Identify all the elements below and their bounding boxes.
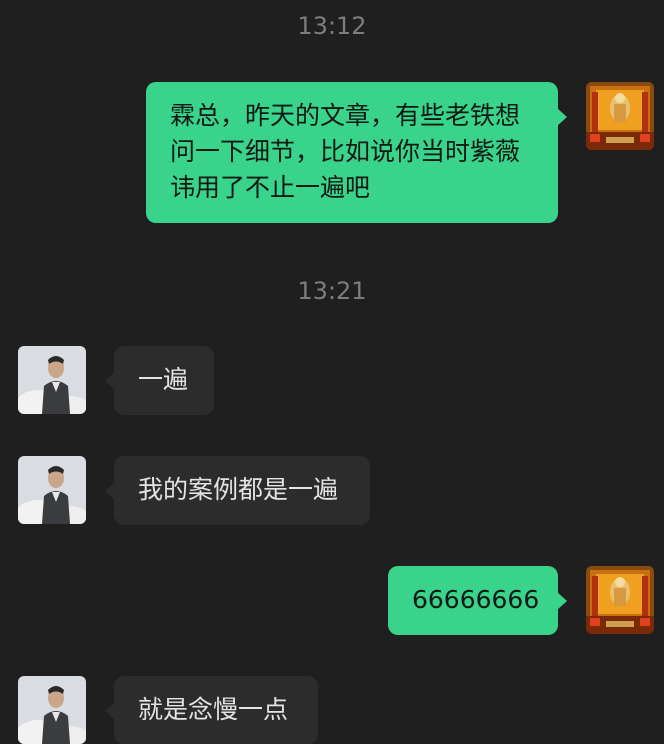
bubble-tail — [105, 482, 115, 500]
man-portrait-icon — [18, 346, 86, 414]
message-bubble-contact[interactable]: 一遍 — [105, 346, 214, 415]
bubble-tail — [557, 592, 567, 610]
timestamp: 13:21 — [297, 277, 367, 305]
message-text: 就是念慢一点 — [138, 695, 289, 724]
timestamp: 13:12 — [297, 12, 367, 40]
message-text: 66666666 — [412, 585, 540, 614]
contact-avatar[interactable] — [18, 456, 86, 524]
self-avatar[interactable] — [586, 566, 654, 634]
temple-altar-icon — [586, 82, 654, 150]
message-text: 霖总，昨天的文章，有些老铁想 问一下细节，比如说你当时紫薇 讳用了不止一遍吧 — [170, 101, 521, 202]
man-portrait-icon — [18, 676, 86, 744]
bubble-tail — [105, 702, 115, 720]
message-bubble-contact[interactable]: 我的案例都是一遍 — [105, 456, 370, 525]
bubble-tail — [105, 372, 115, 390]
contact-avatar[interactable] — [18, 676, 86, 744]
message-bubble-self[interactable]: 66666666 — [388, 566, 567, 635]
man-portrait-icon — [18, 456, 86, 524]
message-bubble-self[interactable]: 霖总，昨天的文章，有些老铁想 问一下细节，比如说你当时紫薇 讳用了不止一遍吧 — [146, 82, 567, 223]
bubble-tail — [557, 108, 567, 126]
message-text: 我的案例都是一遍 — [138, 475, 339, 504]
self-avatar[interactable] — [586, 82, 654, 150]
message-text: 一遍 — [138, 365, 189, 394]
message-bubble-contact[interactable]: 就是念慢一点 — [105, 676, 318, 744]
temple-altar-icon — [586, 566, 654, 634]
contact-avatar[interactable] — [18, 346, 86, 414]
